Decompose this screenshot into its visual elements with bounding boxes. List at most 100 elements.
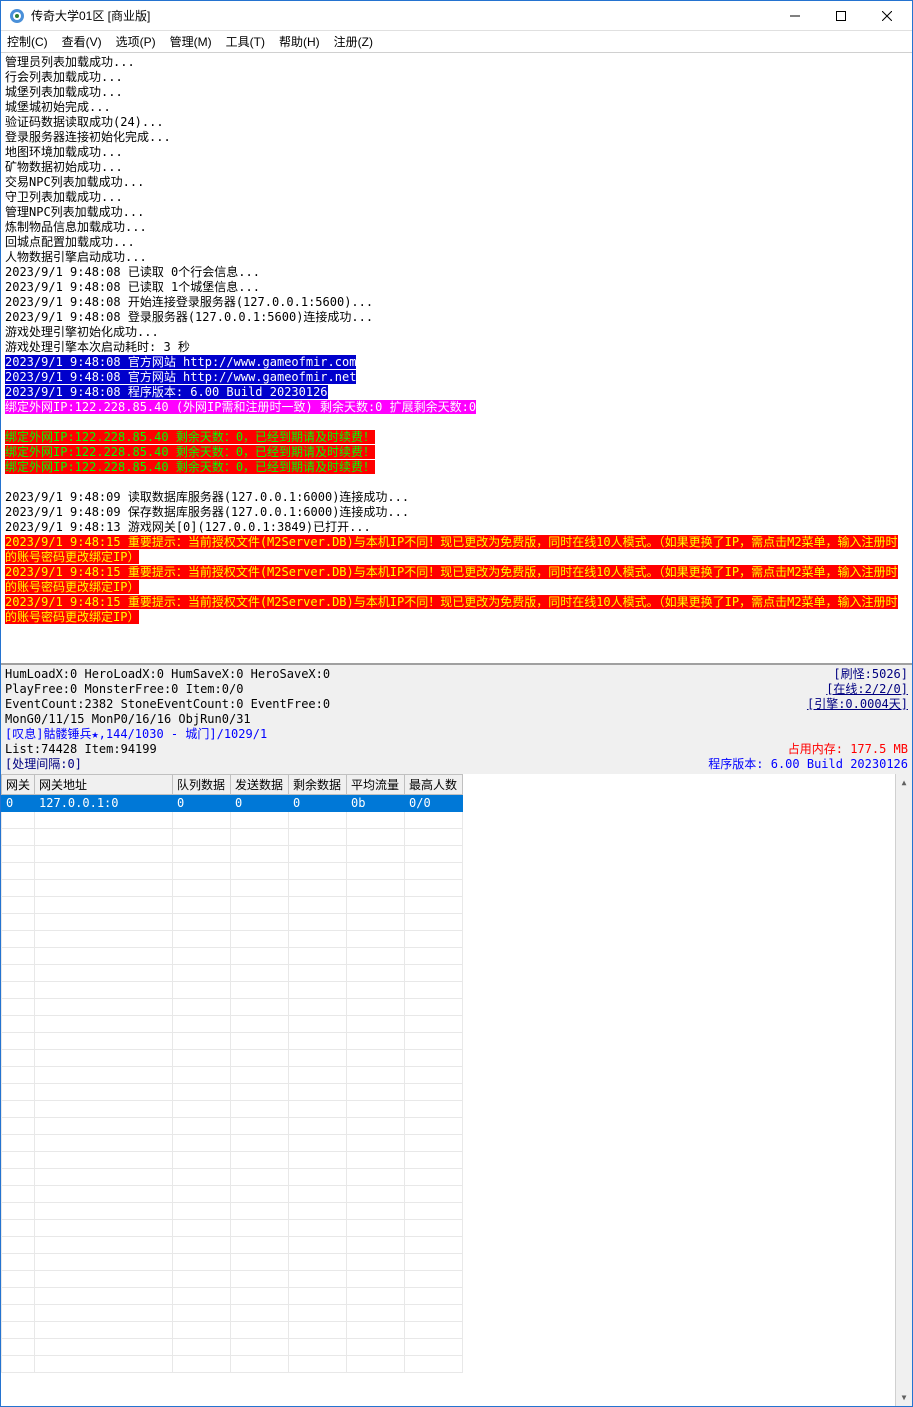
table-cell [35,965,173,982]
table-cell [405,846,463,863]
log-line: 登录服务器连接初始化完成... [5,130,908,145]
table-cell [347,1118,405,1135]
table-row[interactable] [2,965,463,982]
table-row[interactable] [2,931,463,948]
log-line [5,475,908,490]
menu-control[interactable]: 控制(C) [7,33,48,50]
table-cell [405,1339,463,1356]
table-cell [2,1271,35,1288]
table-row[interactable] [2,812,463,829]
table-cell [173,1016,231,1033]
table-cell [231,1203,289,1220]
log-area[interactable]: 管理员列表加载成功...行会列表加载成功...城堡列表加载成功...城堡城初始完… [1,53,912,663]
scroll-up-icon[interactable]: ▲ [896,774,912,791]
table-row[interactable] [2,1169,463,1186]
table-row[interactable]: 0127.0.0.1:00000b0/0 [2,795,463,812]
table-row[interactable] [2,897,463,914]
titlebar: 传奇大学01区 [商业版] [1,1,912,31]
table-cell [173,812,231,829]
table-cell [2,965,35,982]
table-row[interactable] [2,829,463,846]
table-row[interactable] [2,1220,463,1237]
table-row[interactable] [2,1288,463,1305]
table-cell [35,1220,173,1237]
table-row[interactable] [2,1067,463,1084]
status-online: [在线:2/2/0] [826,682,908,697]
table-row[interactable] [2,846,463,863]
table-row[interactable] [2,914,463,931]
table-row[interactable] [2,1271,463,1288]
table-row[interactable] [2,1237,463,1254]
table-cell: 0 [2,795,35,812]
table-cell: 127.0.0.1:0 [35,795,173,812]
table-cell [405,1135,463,1152]
table-row[interactable] [2,1339,463,1356]
table-row[interactable] [2,948,463,965]
table-row[interactable] [2,1118,463,1135]
table-cell [405,965,463,982]
table-row[interactable] [2,1322,463,1339]
table-row[interactable] [2,880,463,897]
table-cell [231,1271,289,1288]
table-cell [173,1305,231,1322]
table-row[interactable] [2,1186,463,1203]
menu-view[interactable]: 查看(V) [62,33,102,50]
col-send[interactable]: 发送数据 [231,775,289,795]
menu-manage[interactable]: 管理(M) [170,33,212,50]
menu-tools[interactable]: 工具(T) [226,33,265,50]
col-remain[interactable]: 剩余数据 [289,775,347,795]
table-cell [2,1135,35,1152]
menu-options[interactable]: 选项(P) [116,33,156,50]
menu-help[interactable]: 帮助(H) [279,33,320,50]
table-cell [173,1033,231,1050]
col-max[interactable]: 最高人数 [405,775,463,795]
table-row[interactable] [2,1135,463,1152]
table-cell [35,880,173,897]
table-row[interactable] [2,1203,463,1220]
table-cell [231,931,289,948]
table-cell [35,1237,173,1254]
table-row[interactable] [2,863,463,880]
col-avg[interactable]: 平均流量 [347,775,405,795]
log-line: 矿物数据初始成功... [5,160,908,175]
table-row[interactable] [2,1084,463,1101]
table-cell [289,863,347,880]
gateway-table[interactable]: 网关 网关地址 队列数据 发送数据 剩余数据 平均流量 最高人数 0127.0.… [1,774,463,1373]
table-cell [35,914,173,931]
col-address[interactable]: 网关地址 [35,775,173,795]
table-row[interactable] [2,1101,463,1118]
minimize-button[interactable] [772,1,818,31]
table-row[interactable] [2,999,463,1016]
table-cell [405,829,463,846]
table-cell [2,897,35,914]
table-cell [231,1305,289,1322]
table-cell [347,1237,405,1254]
log-line: 绑定外网IP:122.228.85.40 剩余天数：0，已经到期请及时续费！ [5,430,908,445]
table-row[interactable] [2,982,463,999]
close-button[interactable] [864,1,910,31]
table-row[interactable] [2,1016,463,1033]
table-cell [405,1118,463,1135]
table-cell [231,1084,289,1101]
table-cell [289,1067,347,1084]
table-scrollbar[interactable]: ▲ ▼ [895,774,912,1406]
table-row[interactable] [2,1152,463,1169]
table-cell [347,1254,405,1271]
table-row[interactable] [2,1305,463,1322]
table-row[interactable] [2,1033,463,1050]
table-row[interactable] [2,1050,463,1067]
log-line: 绑定外网IP:122.228.85.40 剩余天数：0，已经到期请及时续费！ [5,460,908,475]
maximize-button[interactable] [818,1,864,31]
scroll-down-icon[interactable]: ▼ [896,1389,912,1406]
log-line: 2023/9/1 9:48:13 游戏网关[0](127.0.0.1:3849)… [5,520,908,535]
col-gateway[interactable]: 网关 [2,775,35,795]
table-cell [347,1322,405,1339]
table-row[interactable] [2,1356,463,1373]
table-row[interactable] [2,1254,463,1271]
table-cell [173,880,231,897]
log-line: 2023/9/1 9:48:15 重要提示：当前授权文件(M2Server.DB… [5,595,908,625]
table-cell [289,1169,347,1186]
table-cell [35,1135,173,1152]
col-queue[interactable]: 队列数据 [173,775,231,795]
menu-register[interactable]: 注册(Z) [334,33,373,50]
